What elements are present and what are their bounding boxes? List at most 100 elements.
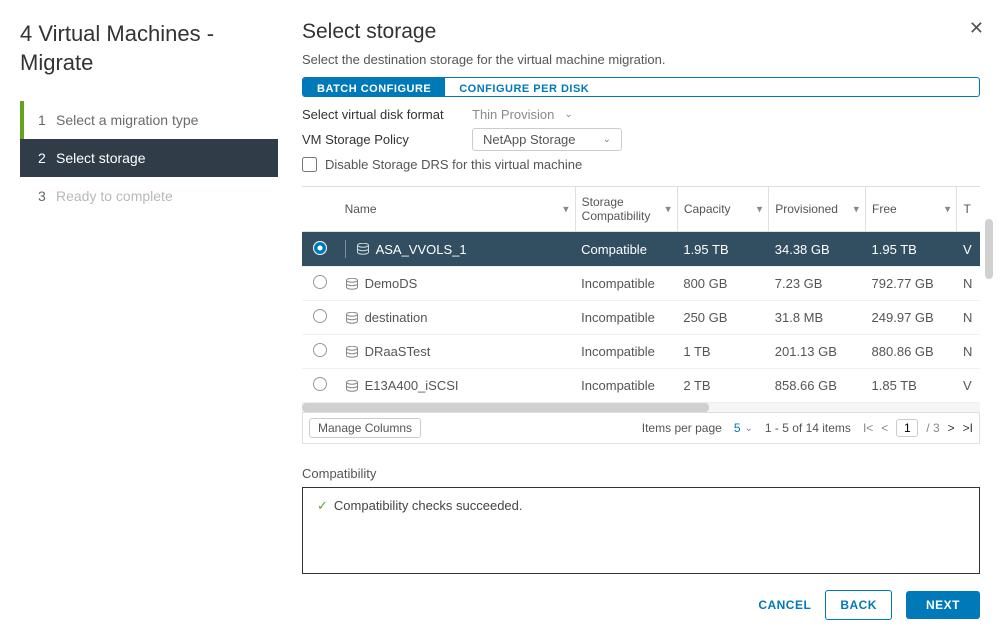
row-name: DemoDS	[365, 276, 418, 291]
datastore-icon	[345, 278, 359, 290]
compatibility-message: Compatibility checks succeeded.	[334, 498, 523, 513]
filter-icon[interactable]: ▾	[563, 203, 569, 216]
page-input[interactable]	[896, 419, 918, 437]
horizontal-scrollbar[interactable]	[302, 402, 980, 412]
manage-columns-button[interactable]: Manage Columns	[309, 418, 421, 438]
filter-icon[interactable]: ▾	[945, 203, 951, 216]
disk-format-label: Select virtual disk format	[302, 107, 472, 122]
wizard-title: 4 Virtual Machines - Migrate	[20, 20, 278, 77]
row-capacity: 1 TB	[677, 335, 768, 369]
row-name: E13A400_iSCSI	[365, 378, 459, 393]
datastore-icon	[345, 380, 359, 392]
row-tail: V	[957, 369, 980, 403]
table-row[interactable]: destinationIncompatible250 GB31.8 MB249.…	[302, 301, 980, 335]
row-provisioned: 7.23 GB	[769, 267, 866, 301]
step-label: Ready to complete	[56, 188, 173, 204]
datastore-table: Name ▾ Storage Compatibility ▾ Capacity ▾ P…	[302, 186, 980, 413]
row-radio[interactable]	[313, 309, 327, 323]
row-name: destination	[365, 310, 428, 325]
wizard-footer: CANCEL BACK NEXT	[302, 590, 980, 620]
row-free: 792.77 GB	[866, 267, 957, 301]
row-provisioned: 31.8 MB	[769, 301, 866, 335]
disable-drs-checkbox[interactable]	[302, 157, 317, 172]
row-free: 249.97 GB	[866, 301, 957, 335]
row-radio[interactable]	[313, 377, 327, 391]
col-capacity[interactable]: Capacity	[684, 202, 731, 216]
vm-storage-policy-value: NetApp Storage	[483, 132, 576, 147]
configure-mode-toggle: BATCH CONFIGURE CONFIGURE PER DISK	[302, 77, 980, 97]
table-row[interactable]: E13A400_iSCSIIncompatible2 TB858.66 GB1.…	[302, 369, 980, 403]
disk-format-value: Thin Provision	[472, 107, 554, 122]
step-ready-to-complete[interactable]: 3 Ready to complete	[20, 177, 278, 215]
row-free: 1.95 TB	[866, 232, 957, 267]
cancel-button[interactable]: CANCEL	[758, 598, 811, 612]
row-compat: Compatible	[575, 232, 677, 267]
items-range-label: 1 - 5 of 14 items	[765, 421, 851, 435]
table-row[interactable]: DRaaSTest Incompatible1 TB201.13 GB880.86…	[302, 335, 980, 369]
table-row[interactable]: ASA_VVOLS_1Compatible1.95 TB34.38 GB1.95…	[302, 232, 980, 267]
items-per-page-value: 5	[734, 421, 741, 435]
close-icon[interactable]: ✕	[969, 18, 984, 39]
row-tail: N	[957, 301, 980, 335]
step-number: 2	[38, 150, 56, 166]
row-capacity: 1.95 TB	[677, 232, 768, 267]
first-page-icon[interactable]: I<	[863, 421, 873, 435]
back-button[interactable]: BACK	[825, 590, 892, 620]
page-subtitle: Select the destination storage for the v…	[302, 52, 980, 67]
datastore-icon	[345, 346, 359, 358]
table-footer: Manage Columns Items per page 5 ⌄ 1 - 5 …	[302, 413, 980, 444]
disable-drs-checkbox-row[interactable]: Disable Storage DRS for this virtual mac…	[302, 157, 980, 172]
row-capacity: 800 GB	[677, 267, 768, 301]
disk-format-select[interactable]: Thin Provision ⌄	[472, 107, 573, 122]
last-page-icon[interactable]: >I	[963, 421, 973, 435]
batch-configure-tab[interactable]: BATCH CONFIGURE	[303, 78, 445, 96]
row-free: 880.86 GB	[866, 335, 957, 369]
main-panel: ✕ Select storage Select the destination …	[278, 0, 1008, 634]
row-free: 1.85 TB	[866, 369, 957, 403]
row-radio[interactable]	[313, 343, 327, 357]
filter-icon[interactable]: ▾	[854, 203, 860, 216]
wizard-sidebar: 4 Virtual Machines - Migrate 1 Select a …	[0, 0, 278, 634]
step-label: Select storage	[56, 150, 146, 166]
step-number: 1	[38, 112, 56, 128]
row-tail: N	[957, 335, 980, 369]
items-per-page-select[interactable]: 5 ⌄	[734, 421, 753, 435]
vm-storage-policy-select[interactable]: NetApp Storage ⌄	[472, 128, 622, 151]
row-tail: V	[957, 232, 980, 267]
col-free[interactable]: Free	[872, 202, 897, 216]
datastore-icon	[345, 312, 359, 324]
table-row[interactable]: DemoDS Incompatible800 GB7.23 GB792.77 GB…	[302, 267, 980, 301]
row-compat: Incompatible	[575, 335, 677, 369]
step-select-migration-type[interactable]: 1 Select a migration type	[20, 101, 278, 139]
disable-drs-label: Disable Storage DRS for this virtual mac…	[325, 157, 582, 172]
col-provisioned[interactable]: Provisioned	[775, 202, 838, 216]
filter-icon[interactable]: ▾	[665, 203, 671, 216]
col-name[interactable]: Name	[345, 202, 377, 216]
row-compat: Incompatible	[575, 267, 677, 301]
page-title: Select storage	[302, 20, 980, 44]
check-icon: ✓	[317, 498, 328, 513]
row-name: ASA_VVOLS_1	[376, 242, 467, 257]
step-label: Select a migration type	[56, 112, 198, 128]
step-number: 3	[38, 188, 56, 204]
col-compat[interactable]: Storage Compatibility	[582, 195, 651, 223]
configure-per-disk-tab[interactable]: CONFIGURE PER DISK	[445, 78, 603, 96]
row-provisioned: 34.38 GB	[769, 232, 866, 267]
row-capacity: 250 GB	[677, 301, 768, 335]
row-radio[interactable]	[313, 275, 327, 289]
vm-storage-policy-label: VM Storage Policy	[302, 132, 472, 147]
next-button[interactable]: NEXT	[906, 591, 980, 619]
next-page-icon[interactable]: >	[948, 421, 955, 435]
filter-icon[interactable]: ▾	[757, 203, 763, 216]
row-radio[interactable]	[313, 241, 327, 255]
vertical-scrollbar[interactable]	[985, 219, 993, 279]
chevron-down-icon: ⌄	[745, 423, 753, 434]
row-name: DRaaSTest	[365, 344, 431, 359]
row-provisioned: 858.66 GB	[769, 369, 866, 403]
items-per-page-label: Items per page	[642, 421, 722, 435]
compatibility-panel: ✓ Compatibility checks succeeded.	[302, 487, 980, 574]
prev-page-icon[interactable]: <	[881, 421, 888, 435]
row-provisioned: 201.13 GB	[769, 335, 866, 369]
row-compat: Incompatible	[575, 369, 677, 403]
step-select-storage[interactable]: 2 Select storage	[20, 139, 278, 177]
